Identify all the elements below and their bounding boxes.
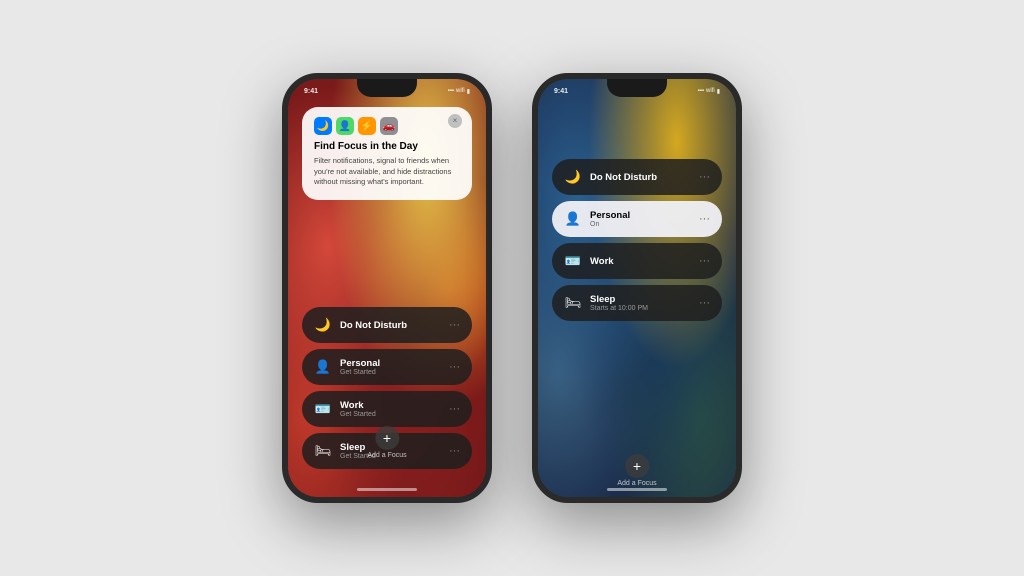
phone-2-status-icons: ▪▪▪ wifi ▮ [698, 88, 720, 95]
phone-1-status-icons: ▪▪▪ wifi ▮ [448, 88, 470, 95]
phone2-sleep-sub: Starts at 10:00 PM [590, 305, 691, 312]
add-focus-button[interactable]: + Add a Focus [367, 426, 406, 459]
phone2-focus-item-personal[interactable]: 👤 Personal On ··· [552, 201, 722, 237]
phone2-focus-item-sleep[interactable]: 🛏 Sleep Starts at 10:00 PM ··· [552, 285, 722, 321]
phone-1-notch [357, 79, 417, 97]
focus-item-personal-sub: Get Started [340, 369, 441, 376]
battery-icon: ▮ [467, 88, 470, 95]
focus-item-dnd-more[interactable]: ··· [449, 319, 460, 331]
focus-item-work-label: Work [340, 400, 441, 411]
sleep-icon: 🛏 [314, 443, 332, 459]
moon-icon: 🌙 [314, 317, 332, 333]
phone2-personal-sub: On [590, 221, 691, 228]
popup-icon-moon: 🌙 [314, 117, 332, 135]
popup-icon-bolt: ⚡ [358, 117, 376, 135]
popup-title: Find Focus in the Day [314, 141, 460, 152]
phone-1-time: 9:41 [304, 88, 318, 95]
wifi-icon-2: wifi [706, 88, 715, 94]
phone2-dnd-more[interactable]: ··· [699, 171, 710, 183]
phone-2-screen: 9:41 ▪▪▪ wifi ▮ 🌙 Do Not Disturb ··· [538, 79, 736, 497]
focus-item-personal-text: Personal Get Started [340, 358, 441, 376]
focus-item-dnd-text: Do Not Disturb [340, 320, 441, 331]
focus-item-do-not-disturb[interactable]: 🌙 Do Not Disturb ··· [302, 307, 472, 343]
sleep-icon-2: 🛏 [564, 295, 582, 311]
phone-1-screen: 9:41 ▪▪▪ wifi ▮ × 🌙 👤 ⚡ 🚗 Find Focus in … [288, 79, 486, 497]
focus-item-personal[interactable]: 👤 Personal Get Started ··· [302, 349, 472, 385]
focus-item-work-more[interactable]: ··· [449, 403, 460, 415]
phone2-add-focus[interactable]: + Add a Focus [617, 454, 656, 487]
signal-icon-2: ▪▪▪ [698, 88, 704, 94]
phone2-focus-item-work[interactable]: 🪪 Work ··· [552, 243, 722, 279]
phone-2-home-indicator [607, 488, 667, 491]
popup-icon-car: 🚗 [380, 117, 398, 135]
phone2-personal-label: Personal [590, 210, 691, 221]
focus-item-personal-more[interactable]: ··· [449, 361, 460, 373]
focus-item-work-sub: Get Started [340, 411, 441, 418]
phone-1: 9:41 ▪▪▪ wifi ▮ × 🌙 👤 ⚡ 🚗 Find Focus in … [282, 73, 492, 503]
focus-item-personal-label: Personal [340, 358, 441, 369]
popup-close-button[interactable]: × [448, 114, 462, 128]
phone2-sleep-label: Sleep [590, 294, 691, 305]
phone-2-focus-items: 🌙 Do Not Disturb ··· 👤 Personal On ··· � [552, 159, 722, 469]
phone-2-notch [607, 79, 667, 97]
phone2-dnd-text: Do Not Disturb [590, 172, 691, 183]
phone2-work-text: Work [590, 256, 691, 267]
phone-1-focus-items: 🌙 Do Not Disturb ··· 👤 Personal Get Star… [302, 307, 472, 469]
phone2-sleep-more[interactable]: ··· [699, 297, 710, 309]
phone-2: 9:41 ▪▪▪ wifi ▮ 🌙 Do Not Disturb ··· [532, 73, 742, 503]
phone2-personal-more[interactable]: ··· [699, 213, 710, 225]
focus-popup: × 🌙 👤 ⚡ 🚗 Find Focus in the Day Filter n… [302, 107, 472, 200]
focus-item-work[interactable]: 🪪 Work Get Started ··· [302, 391, 472, 427]
wifi-icon: wifi [456, 88, 465, 94]
person-icon: 👤 [314, 359, 332, 375]
phone2-work-more[interactable]: ··· [699, 255, 710, 267]
person-icon-2: 👤 [564, 211, 582, 227]
popup-icons: 🌙 👤 ⚡ 🚗 [314, 117, 460, 135]
moon-icon-2: 🌙 [564, 169, 582, 185]
phone2-add-focus-label: Add a Focus [617, 480, 656, 487]
phone2-dnd-label: Do Not Disturb [590, 172, 691, 183]
focus-item-sleep-more[interactable]: ··· [449, 445, 460, 457]
phone-1-frame: 9:41 ▪▪▪ wifi ▮ × 🌙 👤 ⚡ 🚗 Find Focus in … [282, 73, 492, 503]
work-icon-2: 🪪 [564, 253, 582, 269]
add-focus-label: Add a Focus [367, 452, 406, 459]
phone-1-home-indicator [357, 488, 417, 491]
phone-2-time: 9:41 [554, 88, 568, 95]
phone-2-frame: 9:41 ▪▪▪ wifi ▮ 🌙 Do Not Disturb ··· [532, 73, 742, 503]
phone2-sleep-text: Sleep Starts at 10:00 PM [590, 294, 691, 312]
phone2-personal-text: Personal On [590, 210, 691, 228]
add-focus-plus-icon[interactable]: + [375, 426, 399, 450]
work-icon: 🪪 [314, 401, 332, 417]
phone2-focus-item-dnd[interactable]: 🌙 Do Not Disturb ··· [552, 159, 722, 195]
popup-text: Filter notifications, signal to friends … [314, 156, 460, 188]
popup-icon-person: 👤 [336, 117, 354, 135]
battery-icon-2: ▮ [717, 88, 720, 95]
focus-item-work-text: Work Get Started [340, 400, 441, 418]
signal-icon: ▪▪▪ [448, 88, 454, 94]
focus-item-dnd-label: Do Not Disturb [340, 320, 441, 331]
phone2-work-label: Work [590, 256, 691, 267]
phone2-add-focus-plus-icon[interactable]: + [625, 454, 649, 478]
